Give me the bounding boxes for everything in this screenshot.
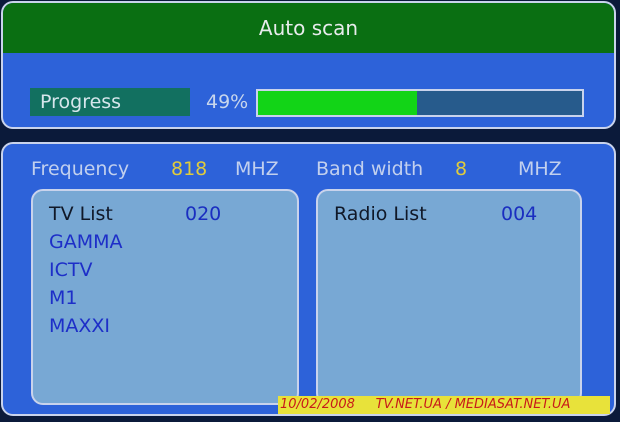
- progress-bar-fill: [258, 91, 417, 115]
- frequency-label: Frequency: [31, 158, 130, 180]
- progress-label: Progress: [30, 88, 190, 116]
- screen-title: Auto scan: [3, 3, 614, 53]
- tv-channel-item[interactable]: GAMMA: [49, 229, 123, 255]
- tv-list-title: TV List: [49, 203, 113, 225]
- radio-list-title: Radio List: [334, 203, 427, 225]
- tv-channel-item[interactable]: M1: [49, 285, 77, 311]
- bandwidth-label: Band width: [316, 158, 424, 180]
- frequency-unit: MHZ: [235, 158, 279, 180]
- progress-percent: 49%: [206, 91, 249, 113]
- tv-list-count: 020: [185, 203, 222, 225]
- watermark-caption: 10/02/2008 TV.NET.UA / MEDIASAT.NET.UA: [278, 396, 610, 414]
- frequency-value: 818: [171, 158, 208, 180]
- auto-scan-screen: Auto scan Progress 49% Frequency 818 MHZ…: [0, 0, 620, 422]
- bandwidth-unit: MHZ: [518, 158, 562, 180]
- tv-channel-item[interactable]: MAXXI: [49, 313, 110, 339]
- tv-channel-item[interactable]: ICTV: [49, 257, 92, 283]
- radio-list-count: 004: [501, 203, 538, 225]
- bandwidth-value: 8: [455, 158, 468, 180]
- progress-bar: [256, 89, 584, 117]
